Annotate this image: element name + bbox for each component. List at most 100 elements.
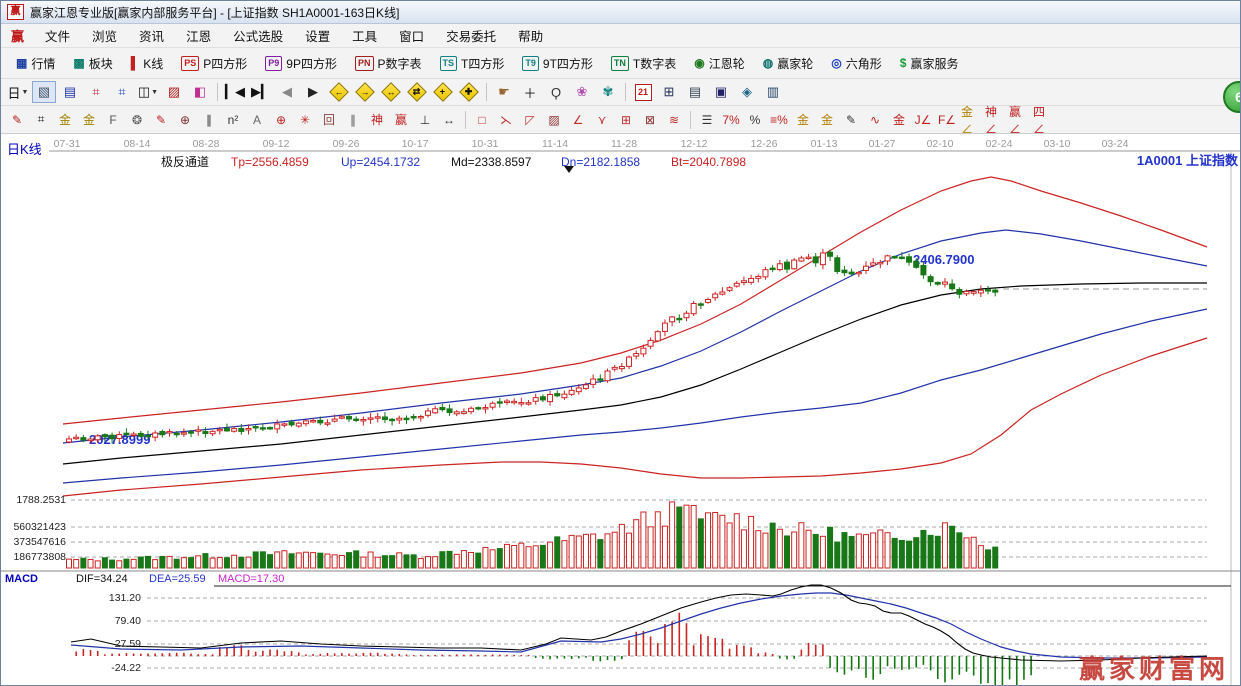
diamond-cross[interactable]: ✚: [457, 81, 481, 103]
save-web-button[interactable]: ◈: [735, 81, 759, 103]
bars-3-icon[interactable]: ⌗: [84, 81, 108, 103]
9p-square-button[interactable]: P99P四方形: [256, 50, 346, 77]
red-grid-2[interactable]: ⊠: [639, 108, 661, 132]
quotes-button[interactable]: ▦行情: [7, 50, 64, 77]
menu-item-browse[interactable]: 浏览: [81, 23, 128, 48]
ying-angle-tool[interactable]: 赢∠: [1008, 108, 1030, 132]
p-number-table-button[interactable]: PNP数字表: [346, 50, 431, 77]
red-star[interactable]: ✳: [294, 108, 316, 132]
gold-circle-tool[interactable]: 金: [792, 108, 814, 132]
red-crosshair[interactable]: ⊕: [270, 108, 292, 132]
step-back[interactable]: ◀: [275, 81, 299, 103]
diamond-left[interactable]: ←: [327, 81, 351, 103]
parallel-lines[interactable]: ≋: [663, 108, 685, 132]
si-angle-tool[interactable]: 四∠: [1032, 108, 1054, 132]
gann-wheel-button[interactable]: ◉江恩轮: [685, 50, 754, 77]
square-spiral[interactable]: 回: [318, 108, 340, 132]
save-button[interactable]: ▣: [709, 81, 733, 103]
menu-item-news[interactable]: 资讯: [128, 23, 175, 48]
menu-item-formula-pick[interactable]: 公式选股: [222, 23, 294, 48]
h-arrows[interactable]: ↔: [438, 108, 460, 132]
winner-service-button[interactable]: $赢家服务: [891, 50, 968, 77]
shen-angle-tool[interactable]: 神∠: [984, 108, 1006, 132]
diamond-add[interactable]: +: [431, 81, 455, 103]
v-lines[interactable]: ⋎: [591, 108, 613, 132]
pen-k-tool[interactable]: ✎: [840, 108, 862, 132]
diamond-right[interactable]: →: [353, 81, 377, 103]
info-panel[interactable]: ▤: [58, 81, 82, 103]
chart-mode[interactable]: ▧: [32, 81, 56, 103]
gold-underline-tool[interactable]: 金: [888, 108, 910, 132]
seven-pct-tool[interactable]: 7%: [720, 108, 742, 132]
a-wave-tool[interactable]: A: [246, 108, 268, 132]
grid-tool[interactable]: ⌗: [30, 108, 52, 132]
notepad-button[interactable]: ▤: [683, 81, 707, 103]
calculator-button[interactable]: ⊞: [657, 81, 681, 103]
f-angle-tool[interactable]: F∠: [936, 108, 958, 132]
t-number-table-button[interactable]: TNT数字表: [602, 50, 685, 77]
flower-tool[interactable]: ❀: [570, 81, 594, 103]
wave-a-tool[interactable]: ∿: [864, 108, 886, 132]
histogram-flag-icon: ◧: [194, 84, 206, 100]
hatch-square[interactable]: ▨: [543, 108, 565, 132]
gold-grid-1[interactable]: 金: [54, 108, 76, 132]
pen-tool[interactable]: ✎: [6, 108, 28, 132]
menu-item-file[interactable]: 文件: [34, 23, 81, 48]
ruler-tool[interactable]: ∥: [198, 108, 220, 132]
bars-9-icon[interactable]: ⌗: [110, 81, 134, 103]
fan-square[interactable]: ◸: [519, 108, 541, 132]
menu-item-tools[interactable]: 工具: [341, 23, 388, 48]
levels-tool[interactable]: ☰: [696, 108, 718, 132]
gold-angle-tool[interactable]: 金∠: [960, 108, 982, 132]
shen-grid[interactable]: 神: [366, 108, 388, 132]
j-angle-tool[interactable]: J∠: [912, 108, 934, 132]
p-square-button[interactable]: PSP四方形: [172, 50, 256, 77]
9t-square-button[interactable]: T99T四方形: [513, 50, 602, 77]
f-grid[interactable]: F: [102, 108, 124, 132]
ying-grid[interactable]: 赢: [390, 108, 412, 132]
k-dist-tool[interactable]: ∥: [342, 108, 364, 132]
leaf-tool[interactable]: ✾: [596, 81, 620, 103]
red-pen[interactable]: ✎: [150, 108, 172, 132]
kline-button[interactable]: ▌K线: [122, 50, 173, 77]
menu-item-trade[interactable]: 交易委托: [435, 23, 507, 48]
t-square-button[interactable]: TST四方形: [431, 50, 514, 77]
n-square-tool[interactable]: n²: [222, 108, 244, 132]
red-grid[interactable]: ⊞: [615, 108, 637, 132]
menu-item-window[interactable]: 窗口: [388, 23, 435, 48]
spiral-tool[interactable]: ❂: [126, 108, 148, 132]
crosshair-tool[interactable]: ＋: [518, 81, 542, 103]
fan-lines[interactable]: ⋋: [495, 108, 517, 132]
skip-first[interactable]: ▎◀: [223, 81, 247, 103]
hand-tool[interactable]: ☛: [492, 81, 516, 103]
gold-lines-tool[interactable]: 金: [816, 108, 838, 132]
period-selector[interactable]: 日▼: [6, 81, 30, 103]
title-bar: 赢 赢家江恩专业版[赢家内部服务平台] - [上证指数 SH1A0001-163…: [1, 1, 1240, 24]
angle-lines[interactable]: ∠: [567, 108, 589, 132]
ruler-123[interactable]: ⊥: [414, 108, 436, 132]
menu-item-settings[interactable]: 设置: [294, 23, 341, 48]
calendar-button[interactable]: 21: [631, 81, 655, 103]
quotes-button-icon: ▦: [16, 56, 27, 70]
step-forward[interactable]: ▶: [301, 81, 325, 103]
gold-grid-2[interactable]: 金: [78, 108, 100, 132]
hexagon-button[interactable]: ◎六角形: [822, 50, 891, 77]
lines-pct-tool[interactable]: ≡%: [768, 108, 790, 132]
pattern-tool[interactable]: ▨: [162, 81, 186, 103]
histogram-flag[interactable]: ◧: [188, 81, 212, 103]
red-square-tool[interactable]: □: [471, 108, 493, 132]
t-number-table-button-label: T数字表: [633, 55, 676, 72]
menu-item-gann[interactable]: 江恩: [175, 23, 222, 48]
percent-tool[interactable]: %: [744, 108, 766, 132]
chart-canvas[interactable]: 07-3108-1408-2809-1209-2610-1710-3111-14…: [1, 134, 1241, 686]
diamond-hrange[interactable]: ↔: [379, 81, 403, 103]
menu-item-help[interactable]: 帮助: [507, 23, 554, 48]
winner-wheel-button[interactable]: ◍赢家轮: [754, 50, 823, 77]
skip-last[interactable]: ▶▎: [249, 81, 273, 103]
candle-style[interactable]: ◫▼: [136, 81, 160, 103]
magnifier-tool[interactable]: Ϙ: [544, 81, 568, 103]
compass-tool[interactable]: ⊕: [174, 108, 196, 132]
sectors-button[interactable]: ▩板块: [64, 50, 121, 77]
export-button[interactable]: ▥: [761, 81, 785, 103]
diamond-swap[interactable]: ⇄: [405, 81, 429, 103]
